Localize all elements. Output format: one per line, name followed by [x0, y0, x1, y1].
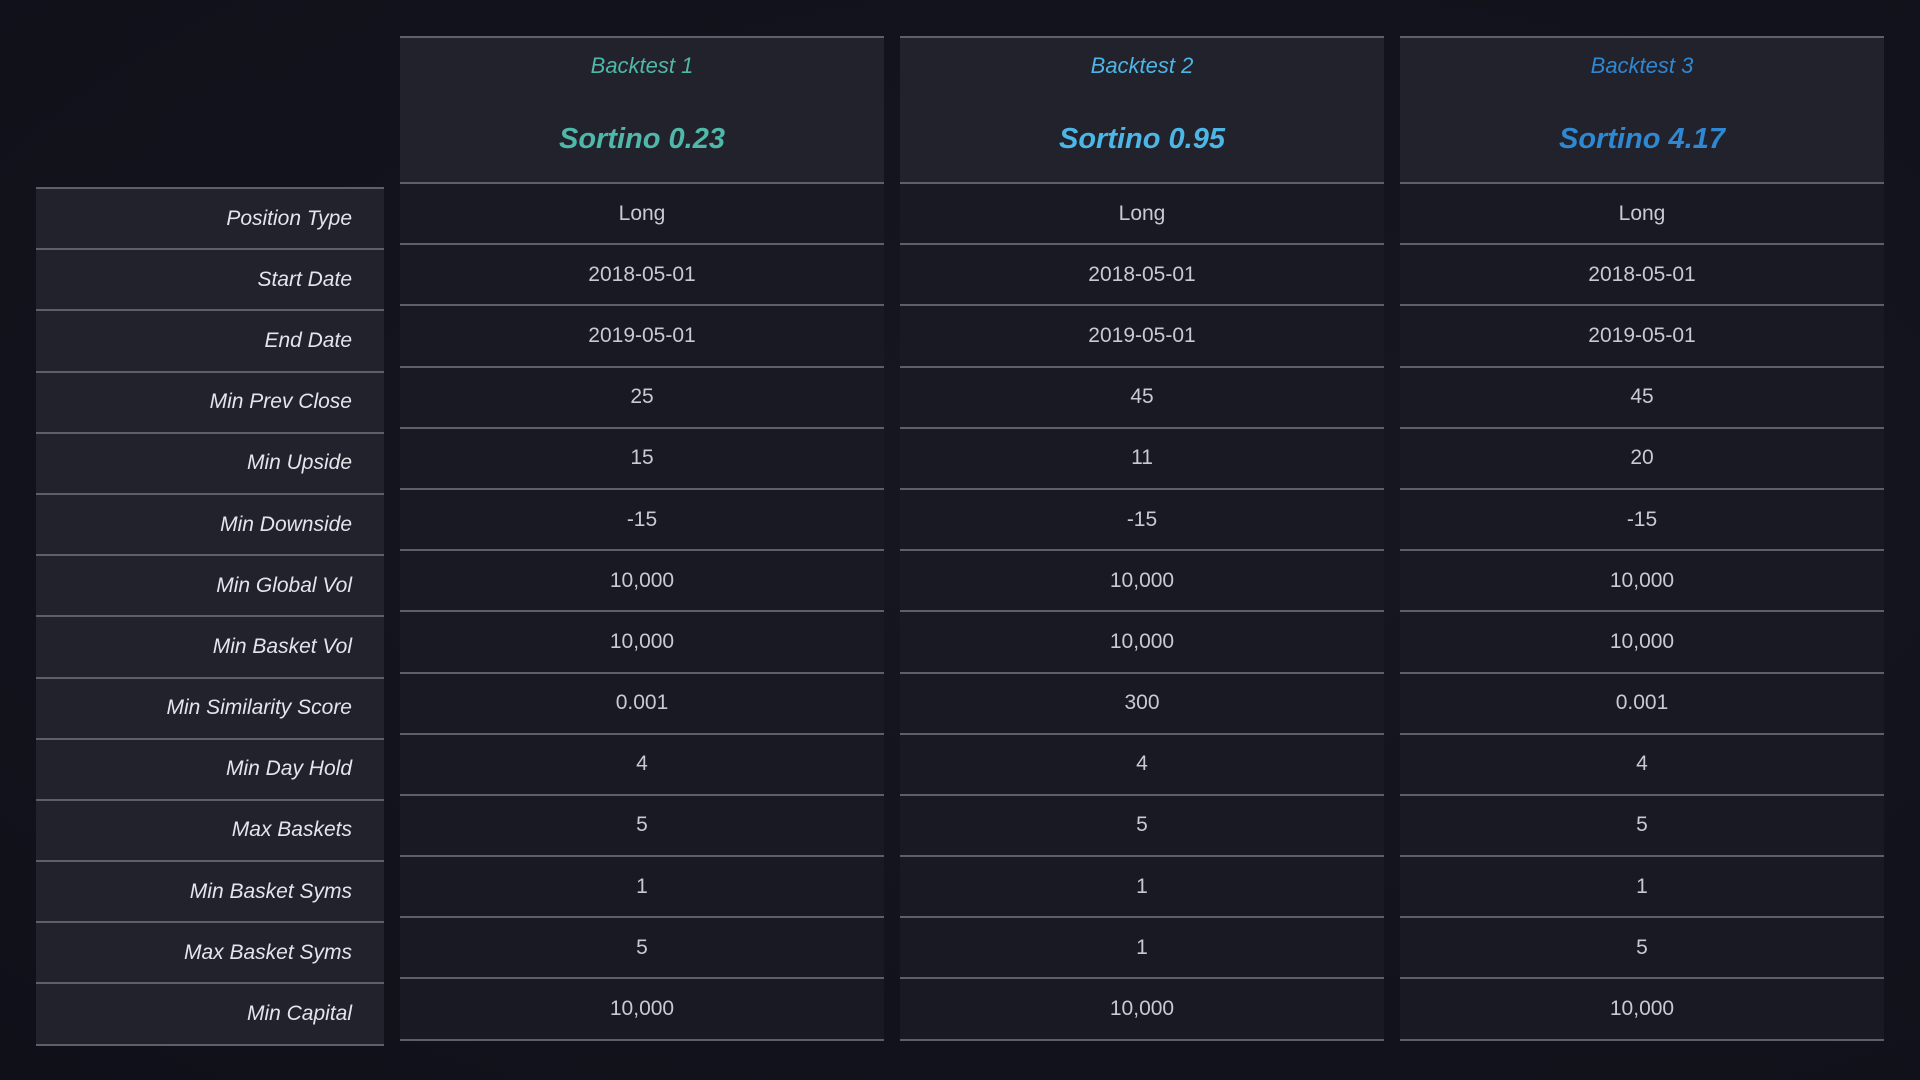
- value-cell: 1: [1400, 857, 1884, 919]
- row-label: Max Baskets: [36, 800, 384, 863]
- value-cell: 5: [400, 918, 884, 980]
- value-cell: 2018-05-01: [1400, 245, 1884, 307]
- row-label: Min Basket Vol: [36, 617, 384, 679]
- value-cell: 10,000: [900, 979, 1384, 1041]
- backtest-title: Backtest 1: [400, 36, 884, 96]
- row-label: Min Capital: [36, 984, 384, 1046]
- sortino-score: Sortino 0.95: [900, 94, 1384, 184]
- row-label: Min Day Hold: [36, 739, 384, 801]
- value-cell: 2019-05-01: [400, 306, 884, 368]
- value-cell: 11: [900, 428, 1384, 490]
- value-cell: 5: [1400, 918, 1884, 980]
- value-cell: 0.001: [400, 673, 884, 735]
- row-label-column: Position Type Start Date End Date Min Pr…: [36, 187, 384, 1046]
- value-cell: -15: [400, 489, 884, 552]
- value-cell: 4: [1400, 734, 1884, 796]
- row-label: Start Date: [36, 250, 384, 312]
- row-label: Position Type: [36, 187, 384, 251]
- value-cell: 10,000: [400, 551, 884, 613]
- value-cell: 45: [900, 367, 1384, 429]
- value-cell: 45: [1400, 367, 1884, 429]
- value-cell: 2018-05-01: [400, 245, 884, 307]
- value-cell: Long: [900, 184, 1384, 246]
- value-cell: 10,000: [400, 979, 884, 1041]
- value-cell: 4: [400, 734, 884, 796]
- value-cell: 1: [900, 918, 1384, 980]
- value-cell: 2019-05-01: [1400, 306, 1884, 368]
- value-cell: 1: [900, 857, 1384, 919]
- value-cell: 2018-05-01: [900, 245, 1384, 307]
- value-cell: 10,000: [1400, 612, 1884, 674]
- row-label: Min Basket Syms: [36, 862, 384, 924]
- value-cell: Long: [1400, 184, 1884, 246]
- row-label: End Date: [36, 311, 384, 373]
- value-cell: 10,000: [900, 551, 1384, 613]
- row-label: Max Basket Syms: [36, 923, 384, 985]
- row-label: Min Prev Close: [36, 372, 384, 434]
- backtest-title: Backtest 3: [1400, 36, 1884, 96]
- sortino-score: Sortino 4.17: [1400, 94, 1884, 184]
- value-cell: 300: [900, 673, 1384, 735]
- backtest-column-3: Backtest 3 Sortino 4.17 Long 2018-05-01 2019…: [1400, 36, 1884, 1041]
- value-cell: 10,000: [1400, 979, 1884, 1041]
- value-cell: 20: [1400, 428, 1884, 490]
- value-cell: 5: [1400, 795, 1884, 858]
- value-cell: 10,000: [400, 612, 884, 674]
- value-cell: 10,000: [1400, 551, 1884, 613]
- value-cell: 10,000: [900, 612, 1384, 674]
- row-label: Min Global Vol: [36, 556, 384, 618]
- value-cell: 15: [400, 428, 884, 490]
- row-label: Min Upside: [36, 433, 384, 495]
- value-cell: 5: [900, 795, 1384, 858]
- sortino-score: Sortino 0.23: [400, 94, 884, 184]
- row-label: Min Downside: [36, 494, 384, 557]
- value-cell: -15: [900, 489, 1384, 552]
- backtest-title: Backtest 2: [900, 36, 1384, 96]
- value-cell: 1: [400, 857, 884, 919]
- value-cell: -15: [1400, 489, 1884, 552]
- row-label: Min Similarity Score: [36, 678, 384, 740]
- backtest-column-2: Backtest 2 Sortino 0.95 Long 2018-05-01 2019…: [900, 36, 1384, 1041]
- value-cell: Long: [400, 184, 884, 246]
- value-cell: 25: [400, 367, 884, 429]
- value-cell: 0.001: [1400, 673, 1884, 735]
- value-cell: 5: [400, 795, 884, 858]
- backtest-column-1: Backtest 1 Sortino 0.23 Long 2018-05-01 2019…: [400, 36, 884, 1041]
- value-cell: 4: [900, 734, 1384, 796]
- value-cell: 2019-05-01: [900, 306, 1384, 368]
